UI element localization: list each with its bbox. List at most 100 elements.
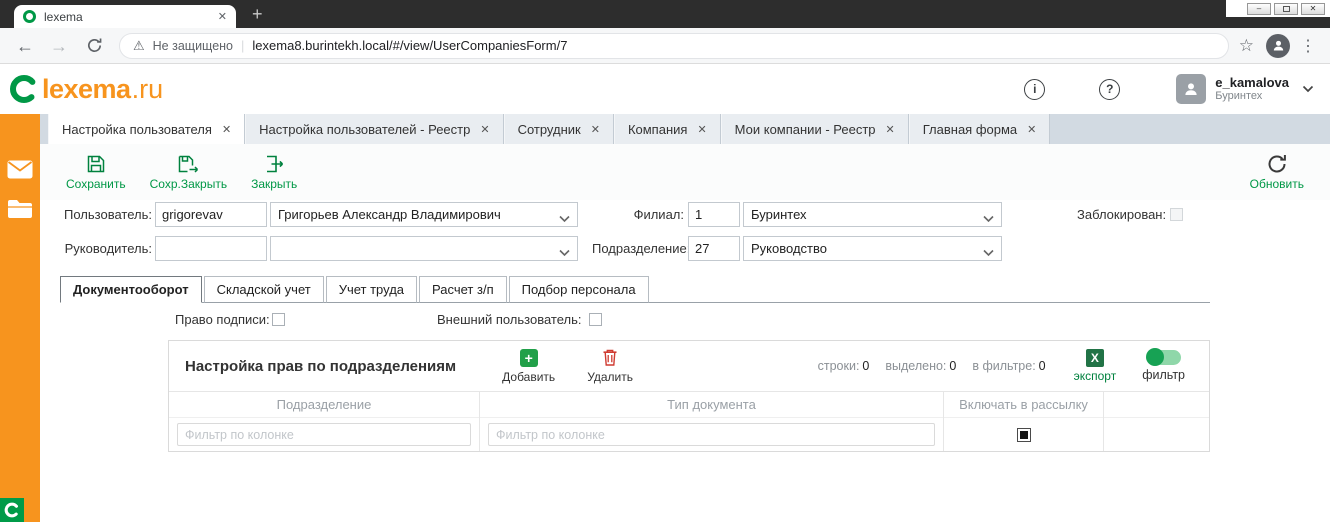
excel-export-button[interactable]: X экспорт — [1074, 349, 1117, 383]
browser-titlebar: lexema ✕ + – ✕ — [0, 0, 1330, 28]
selected-counter: выделено:0 — [885, 359, 956, 373]
lexema-logo[interactable]: lexema.ru — [7, 72, 163, 106]
window-close-button[interactable]: ✕ — [1301, 3, 1325, 15]
new-tab-button[interactable]: + — [252, 4, 263, 25]
user-menu[interactable]: e_kamalova Буринтех — [1176, 74, 1314, 104]
reload-icon[interactable] — [86, 37, 103, 54]
tab-user-settings[interactable]: Настройка пользователя ✕ — [48, 114, 245, 144]
tab-close-icon[interactable]: ✕ — [591, 123, 600, 136]
toggle-track[interactable] — [1147, 350, 1181, 365]
department-filter-cell — [169, 418, 479, 451]
close-button[interactable]: Закрыть — [251, 154, 297, 191]
branch-value: Буринтех — [751, 207, 807, 222]
empty-column-title — [1104, 392, 1209, 418]
branch-code-input[interactable] — [688, 202, 740, 227]
manager-select[interactable] — [270, 236, 578, 261]
section-tab-labor[interactable]: Учет труда — [326, 276, 417, 303]
minimize-button[interactable]: – — [1247, 3, 1271, 15]
sidebar-lexema-logo-icon[interactable] — [0, 498, 24, 522]
close-form-icon — [263, 154, 285, 174]
chevron-down-icon[interactable] — [983, 245, 994, 260]
tab-close-icon[interactable]: ✕ — [480, 123, 489, 136]
tab-close-icon[interactable]: ✕ — [886, 123, 895, 136]
help-icon[interactable]: ? — [1099, 79, 1120, 100]
chevron-down-icon[interactable] — [559, 245, 570, 260]
excel-icon: X — [1086, 349, 1104, 367]
branch-select[interactable]: Буринтех — [743, 202, 1002, 227]
browser-profile-icon[interactable] — [1266, 34, 1290, 58]
doc-type-filter-input[interactable] — [488, 423, 935, 446]
tab-company[interactable]: Компания ✕ — [614, 114, 721, 144]
chevron-down-icon[interactable] — [983, 211, 994, 226]
info-icon[interactable]: i — [1024, 79, 1045, 100]
browser-window: lexema ✕ + – ✕ ← → ⚠ Не защищено | lexem… — [0, 0, 1330, 522]
user-fullname-select[interactable]: Григорьев Александр Владимирович — [270, 202, 578, 227]
chevron-down-icon[interactable] — [1302, 85, 1314, 93]
trash-icon — [601, 348, 619, 367]
selected-counter-value: 0 — [949, 359, 956, 373]
department-select[interactable]: Руководство — [743, 236, 1002, 261]
section-tab-docflow[interactable]: Документооборот — [60, 276, 202, 303]
add-row-button[interactable]: + Добавить — [502, 349, 555, 384]
chevron-down-icon[interactable] — [559, 211, 570, 226]
tab-users-registry[interactable]: Настройка пользователей - Реестр ✕ — [245, 114, 503, 144]
browser-tab-close-icon[interactable]: ✕ — [218, 10, 227, 23]
column-mailing-title[interactable]: Включать в рассылку — [944, 392, 1103, 418]
user-label: Пользователь: — [50, 202, 152, 227]
tab-label: Главная форма — [923, 122, 1017, 137]
back-icon[interactable]: ← — [16, 37, 34, 55]
browser-tab[interactable]: lexema ✕ — [14, 5, 236, 28]
not-secure-warning-icon[interactable]: ⚠ — [133, 38, 145, 54]
in-filter-counter: в фильтре: 0 — [972, 359, 1045, 373]
url-input[interactable]: ⚠ Не защищено | lexema8.burintekh.local/… — [119, 33, 1229, 59]
tab-close-icon[interactable]: ✕ — [222, 123, 231, 136]
user-form: Пользователь: Григорьев Александр Владим… — [40, 200, 1330, 276]
save-close-button[interactable]: Сохр.Закрыть — [150, 154, 227, 191]
user-login-input[interactable] — [155, 202, 267, 227]
logo-text: lexema — [42, 74, 131, 105]
selected-counter-label: выделено: — [885, 359, 946, 373]
maximize-button[interactable] — [1274, 3, 1298, 15]
url-text[interactable]: lexema8.burintekh.local/#/view/UserCompa… — [252, 38, 567, 53]
external-user-checkbox[interactable] — [589, 313, 602, 326]
tab-label: Мои компании - Реестр — [735, 122, 876, 137]
mailing-indeterminate-checkbox[interactable] — [1017, 428, 1031, 442]
save-close-icon — [177, 154, 199, 174]
blocked-checkbox[interactable] — [1170, 208, 1183, 221]
tab-close-icon[interactable]: ✕ — [1027, 123, 1036, 136]
tab-my-companies-registry[interactable]: Мои компании - Реестр ✕ — [721, 114, 909, 144]
filter-toggle[interactable]: фильтр — [1142, 350, 1185, 382]
doc-type-filter-cell — [480, 418, 943, 451]
manager-label: Руководитель: — [50, 236, 152, 261]
section-tab-recruiting[interactable]: Подбор персонала — [509, 276, 649, 303]
folder-icon[interactable] — [0, 199, 40, 219]
department-code-input[interactable] — [688, 236, 740, 261]
user-avatar-icon — [1176, 74, 1206, 104]
not-secure-label[interactable]: Не защищено — [153, 39, 233, 53]
tab-close-icon[interactable]: ✕ — [697, 123, 706, 136]
bookmark-star-icon[interactable]: ☆ — [1239, 36, 1254, 56]
rows-counter-value: 0 — [862, 359, 869, 373]
mail-icon[interactable] — [0, 160, 40, 179]
column-department-title[interactable]: Подразделение — [169, 392, 479, 418]
section-tab-warehouse[interactable]: Складской учет — [204, 276, 324, 303]
department-filter-input[interactable] — [177, 423, 471, 446]
in-filter-counter-label: в фильтре: — [972, 359, 1035, 373]
column-mailing: Включать в рассылку — [944, 392, 1104, 451]
tab-employee[interactable]: Сотрудник ✕ — [504, 114, 614, 144]
browser-menu-icon[interactable]: ⋮ — [1300, 36, 1316, 56]
refresh-button[interactable]: Обновить — [1250, 153, 1304, 191]
empty-filter-cell — [1104, 418, 1209, 451]
section-tab-payroll[interactable]: Расчет з/п — [419, 276, 507, 303]
add-label: Добавить — [502, 370, 555, 384]
column-doc-type-title[interactable]: Тип документа — [480, 392, 943, 418]
forward-icon[interactable]: → — [50, 37, 68, 55]
delete-row-button[interactable]: Удалить — [587, 348, 633, 384]
maximize-icon — [1283, 6, 1290, 12]
manager-code-input[interactable] — [155, 236, 267, 261]
sign-right-checkbox[interactable] — [272, 313, 285, 326]
main-content: Настройка пользователя ✕ Настройка польз… — [40, 114, 1330, 522]
in-filter-counter-value: 0 — [1039, 359, 1046, 373]
tab-main-form[interactable]: Главная форма ✕ — [909, 114, 1051, 144]
save-button[interactable]: Сохранить — [66, 154, 126, 191]
